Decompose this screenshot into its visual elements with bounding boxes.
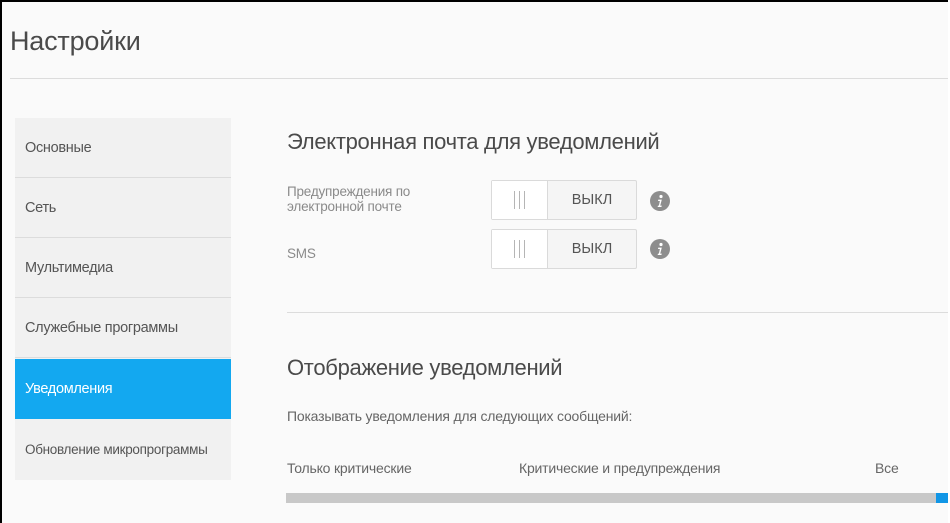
sidebar-item-firmware-update[interactable]: Обновление микропрограммы bbox=[15, 419, 231, 479]
settings-window: Настройки Основные Сеть Мультимедиа Служ… bbox=[0, 0, 948, 523]
slider-option-all[interactable]: Все bbox=[875, 460, 899, 476]
email-alerts-label-line1: Предупреждения по bbox=[287, 184, 411, 199]
slider-handle[interactable] bbox=[936, 493, 948, 503]
email-alerts-label-line2: электронной почте bbox=[287, 199, 402, 214]
sms-toggle[interactable]: ВЫКЛ bbox=[491, 229, 637, 269]
sidebar-item-network[interactable]: Сеть bbox=[15, 178, 231, 238]
sidebar-item-general[interactable]: Основные bbox=[15, 118, 231, 178]
slider-option-critical-and-warnings[interactable]: Критические и предупреждения bbox=[519, 460, 720, 476]
slider-option-critical-only[interactable]: Только критические bbox=[287, 460, 412, 476]
email-alerts-toggle-state: ВЫКЛ bbox=[571, 192, 613, 208]
info-icon[interactable] bbox=[649, 190, 671, 212]
toggle-handle[interactable] bbox=[492, 181, 548, 219]
sidebar-item-notifications[interactable]: Уведомления bbox=[15, 359, 231, 419]
section-divider bbox=[287, 312, 948, 313]
info-icon[interactable] bbox=[649, 238, 671, 260]
email-section-title: Электронная почта для уведомлений bbox=[287, 129, 660, 154]
sidebar-item-media[interactable]: Мультимедиа bbox=[15, 238, 231, 298]
display-description: Показывать уведомления для следующих соо… bbox=[287, 408, 633, 424]
sidebar: Основные Сеть Мультимедиа Служебные прог… bbox=[15, 118, 231, 480]
email-alerts-label: Предупреждения по электронной почте bbox=[287, 184, 410, 214]
toggle-handle[interactable] bbox=[492, 230, 548, 268]
sidebar-item-utilities[interactable]: Служебные программы bbox=[15, 298, 231, 358]
title-divider bbox=[10, 78, 948, 79]
sms-toggle-state: ВЫКЛ bbox=[571, 241, 613, 257]
notification-level-slider[interactable] bbox=[286, 493, 948, 503]
display-section-title: Отображение уведомлений bbox=[287, 355, 563, 380]
sms-label: SMS bbox=[287, 246, 316, 261]
email-alerts-toggle[interactable]: ВЫКЛ bbox=[491, 180, 637, 220]
page-title: Настройки bbox=[10, 26, 141, 56]
